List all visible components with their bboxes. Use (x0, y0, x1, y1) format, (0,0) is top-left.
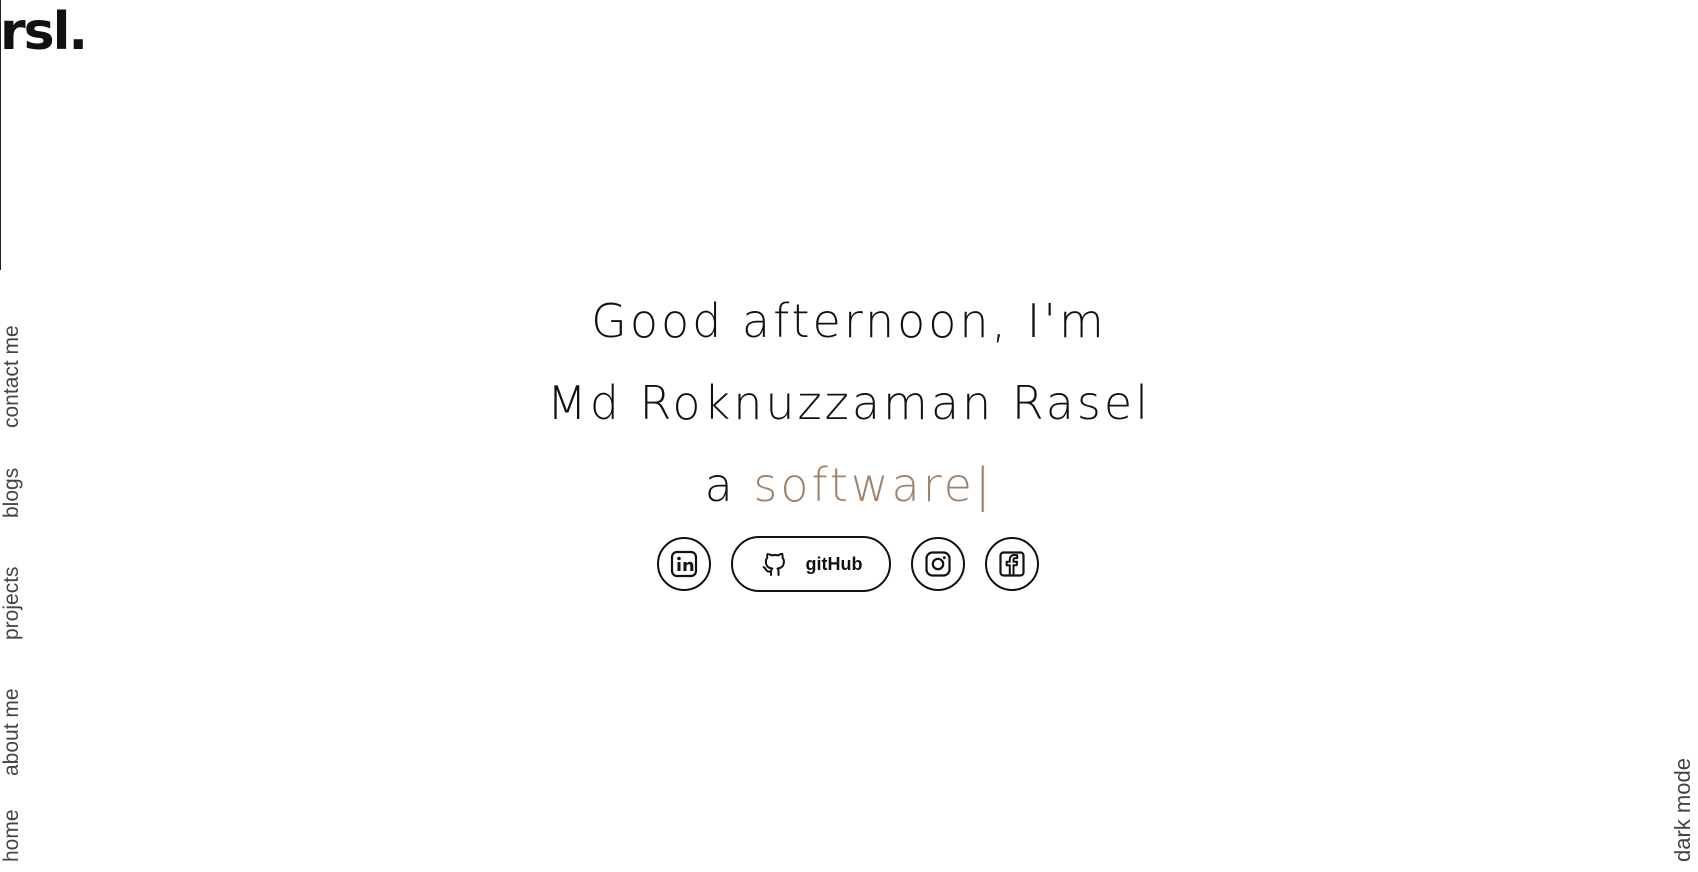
linkedin-button[interactable] (657, 537, 711, 591)
nav-item-about-me[interactable]: about me (0, 688, 24, 776)
github-icon (760, 549, 790, 579)
github-label: gitHub (805, 553, 863, 574)
dark-mode-toggle[interactable]: dark mode (1670, 758, 1695, 862)
hero-greeting: Good afternoon, I'm (591, 294, 1107, 348)
instagram-button[interactable] (911, 537, 965, 591)
social-links: gitHub (0, 536, 1698, 592)
hero-role: a software| (0, 444, 1698, 526)
facebook-button[interactable] (985, 537, 1039, 591)
hero-role-typed: software| (753, 458, 994, 512)
facebook-icon (998, 550, 1026, 578)
hero-role-prefix: a (704, 458, 736, 512)
instagram-icon (924, 550, 952, 578)
hero-name: Md Roknuzzaman Rasel (547, 376, 1151, 430)
hero-section: Good afternoon, I'm Md Roknuzzaman Rasel… (0, 280, 1698, 592)
nav-item-home[interactable]: home (0, 809, 24, 862)
github-button[interactable]: gitHub (731, 536, 891, 592)
site-logo[interactable]: rsl. (0, 6, 88, 58)
linkedin-icon (670, 550, 698, 578)
page: rsl. home about me projects blogs contac… (0, 0, 1698, 872)
